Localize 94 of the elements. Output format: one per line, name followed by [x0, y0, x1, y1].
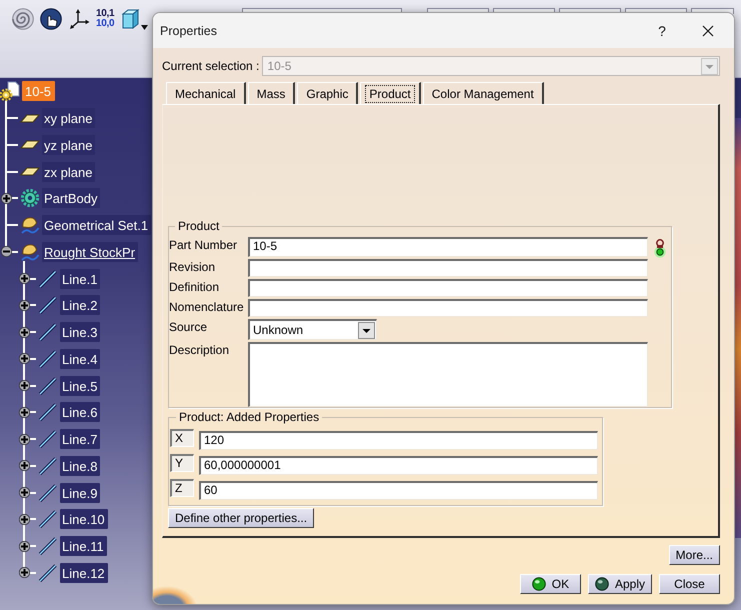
expand-button[interactable]: [18, 514, 30, 525]
tab[interactable]: Color Management: [422, 82, 544, 104]
expand-button[interactable]: [18, 300, 30, 311]
line-icon: [38, 295, 58, 316]
dropdown-field[interactable]: Unknown: [248, 319, 377, 340]
sphere-icon: [532, 577, 546, 591]
plane-icon: [20, 114, 40, 123]
lock-icon[interactable]: [654, 238, 666, 258]
hand-icon[interactable]: [40, 8, 62, 30]
text-field[interactable]: 10-5: [248, 237, 648, 257]
caret-icon[interactable]: [141, 25, 148, 30]
field-label: Current selection :: [162, 59, 260, 73]
expand-button[interactable]: [18, 487, 30, 498]
line-icon: [38, 429, 58, 450]
property-label: X: [170, 429, 194, 447]
tree-item[interactable]: Line.3: [60, 322, 100, 342]
expand-button[interactable]: [18, 326, 30, 338]
field-label: Revision: [169, 259, 216, 276]
more-button[interactable]: More...: [668, 545, 720, 565]
plane-icon: [20, 140, 40, 150]
gear-icon: [20, 188, 40, 208]
expand-button[interactable]: [18, 434, 30, 445]
geometry-set-icon: [20, 242, 40, 262]
field-label: Part Number: [169, 237, 238, 254]
tree-item[interactable]: Line.5: [60, 376, 100, 396]
axis-icon[interactable]: [68, 8, 90, 30]
product-icon: [0, 81, 20, 102]
tab[interactable]: Mass: [248, 82, 296, 104]
group-title: Product: Added Properties: [178, 410, 320, 424]
line-icon: [38, 348, 58, 369]
tab[interactable]: Mechanical: [166, 82, 246, 104]
window-title: Properties: [160, 24, 218, 38]
expand-button[interactable]: [18, 460, 30, 472]
line-icon: [38, 456, 58, 476]
tree-item[interactable]: zx plane: [42, 162, 96, 182]
tree-item[interactable]: Line.10: [60, 509, 108, 530]
collapse-button[interactable]: [0, 246, 12, 258]
field-label: Description: [169, 342, 230, 359]
spiral-icon[interactable]: [12, 8, 34, 30]
expand-button[interactable]: [18, 353, 30, 364]
line-icon: [38, 482, 58, 503]
field-label: Source: [169, 319, 208, 336]
text-area[interactable]: [248, 342, 648, 407]
expand-button[interactable]: [18, 567, 30, 578]
tree-item[interactable]: Line.8: [60, 456, 100, 476]
tree-item[interactable]: Line.7: [60, 429, 100, 450]
help-button[interactable]: ?: [639, 13, 685, 48]
apply-button[interactable]: Apply: [588, 574, 652, 594]
line-icon: [38, 402, 58, 422]
tree-item[interactable]: Geometrical Set.1: [42, 215, 152, 236]
text-field[interactable]: [248, 279, 648, 297]
expand-button[interactable]: [0, 192, 12, 204]
line-icon: [38, 268, 58, 289]
geometry-set-icon: [20, 215, 40, 236]
tree-item[interactable]: Line.2: [60, 295, 100, 316]
expand-button[interactable]: [18, 406, 30, 418]
plane-icon: [20, 167, 40, 176]
tree-item[interactable]: PartBody: [42, 188, 100, 208]
tree-item[interactable]: Line.4: [60, 348, 100, 369]
text-field[interactable]: 60: [199, 481, 598, 500]
tree-item[interactable]: Line.11: [60, 536, 107, 556]
text-field[interactable]: [248, 259, 648, 277]
line-icon: [38, 376, 58, 396]
number-format-button[interactable]: 10,1 10,0: [96, 8, 114, 29]
close-button[interactable]: Close: [659, 574, 720, 594]
field-label: Definition: [169, 279, 220, 296]
tree-item[interactable]: yz plane: [42, 134, 96, 155]
close-icon: [702, 24, 714, 36]
line-icon: [38, 536, 58, 556]
expand-button[interactable]: [18, 380, 30, 392]
tree-item[interactable]: Line.6: [60, 402, 100, 422]
tree-item[interactable]: xy plane: [42, 108, 96, 128]
group-title: Product: [177, 219, 220, 233]
expand-button[interactable]: [18, 273, 30, 284]
property-label: Y: [170, 454, 194, 472]
sphere-icon: [594, 577, 609, 591]
text-field[interactable]: [248, 299, 648, 317]
line-icon: [38, 322, 58, 342]
tree-item[interactable]: Line.1: [60, 268, 100, 289]
tab[interactable]: Graphic: [297, 82, 358, 104]
tree-item[interactable]: Rought StockPr: [42, 242, 138, 262]
text-field[interactable]: 120: [199, 431, 598, 450]
cube-icon[interactable]: [120, 8, 140, 30]
line-icon: [38, 562, 58, 583]
expand-button[interactable]: [18, 540, 30, 552]
line-icon: [38, 509, 58, 530]
tree-item[interactable]: Line.12: [60, 562, 108, 583]
define-properties-button[interactable]: Define other properties...: [168, 508, 314, 528]
field-label: Nomenclature: [169, 299, 245, 316]
text-field[interactable]: 60,000000001: [199, 456, 598, 475]
tab[interactable]: Product: [360, 82, 421, 104]
tree-item[interactable]: Line.9: [60, 482, 100, 503]
ok-button[interactable]: OK: [520, 574, 581, 594]
property-label: Z: [170, 479, 194, 497]
